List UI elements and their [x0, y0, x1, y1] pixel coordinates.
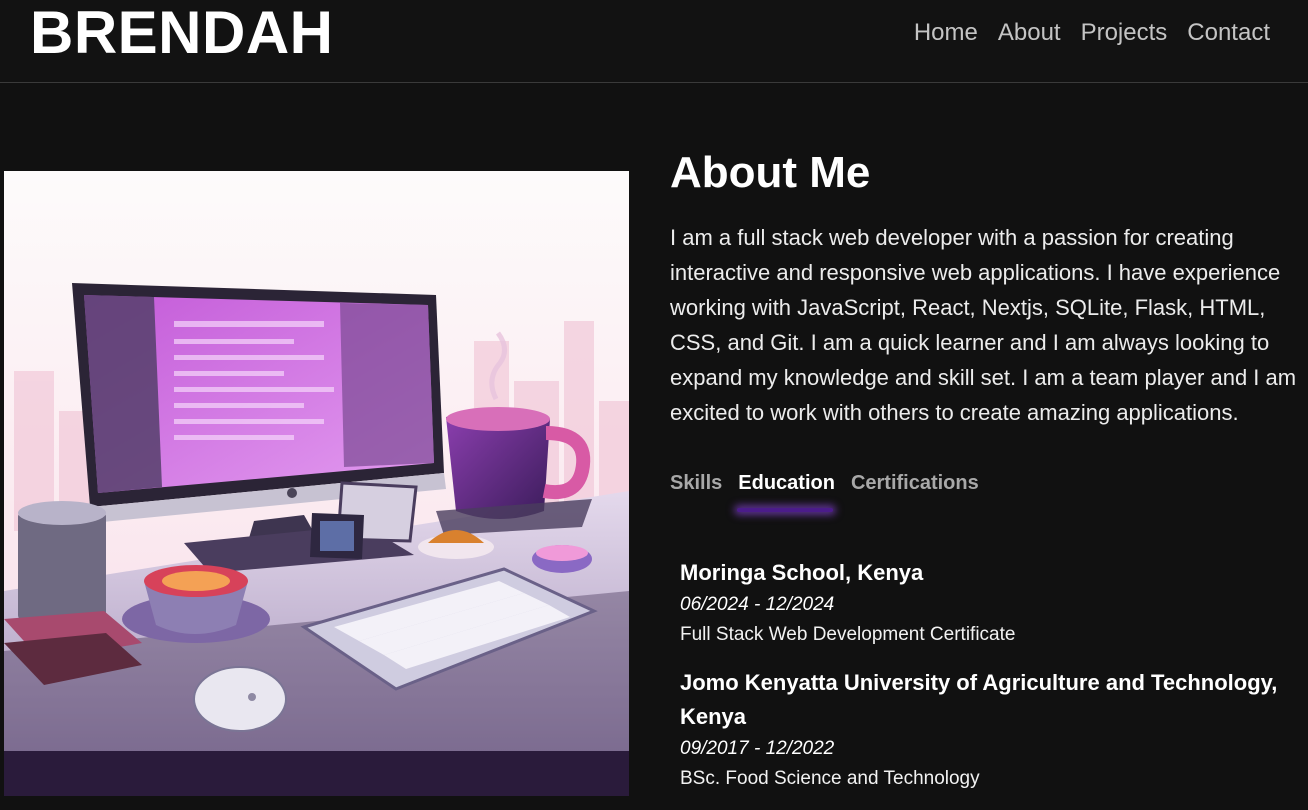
tab-skills[interactable]: Skills	[670, 470, 722, 496]
school-name: Jomo Kenyatta University of Agriculture …	[680, 670, 1278, 729]
tab-certifications[interactable]: Certifications	[851, 470, 979, 496]
education-item: Moringa School, Kenya 06/2024 - 12/2024 …	[680, 556, 1300, 650]
tab-education[interactable]: Education	[738, 470, 835, 496]
nav-link-contact[interactable]: Contact	[1187, 18, 1270, 48]
education-dates: 09/2017 - 12/2022	[680, 738, 835, 759]
active-tab-indicator	[737, 508, 833, 512]
main-nav: Home About Projects Contact	[914, 18, 1270, 48]
nav-link-projects[interactable]: Projects	[1081, 18, 1168, 48]
nav-link-home[interactable]: Home	[914, 18, 978, 48]
school-name: Moringa School, Kenya	[680, 560, 924, 585]
about-tabs: Skills Education Certifications	[670, 470, 979, 496]
top-navbar: BRENDAH Home About Projects Contact	[0, 0, 1308, 83]
about-section: About Me I am a full stack web developer…	[670, 148, 1298, 430]
education-item: Jomo Kenyatta University of Agriculture …	[680, 666, 1300, 794]
about-description: I am a full stack web developer with a p…	[670, 225, 1297, 425]
about-title: About Me	[670, 148, 871, 197]
site-logo[interactable]: BRENDAH	[30, 2, 334, 64]
nav-link-about[interactable]: About	[998, 18, 1061, 48]
degree-name: Full Stack Web Development Certificate	[680, 624, 1016, 645]
about-illustration	[4, 171, 629, 796]
degree-name: BSc. Food Science and Technology	[680, 768, 980, 789]
education-dates: 06/2024 - 12/2024	[680, 594, 835, 615]
education-list: Moringa School, Kenya 06/2024 - 12/2024 …	[680, 556, 1300, 810]
